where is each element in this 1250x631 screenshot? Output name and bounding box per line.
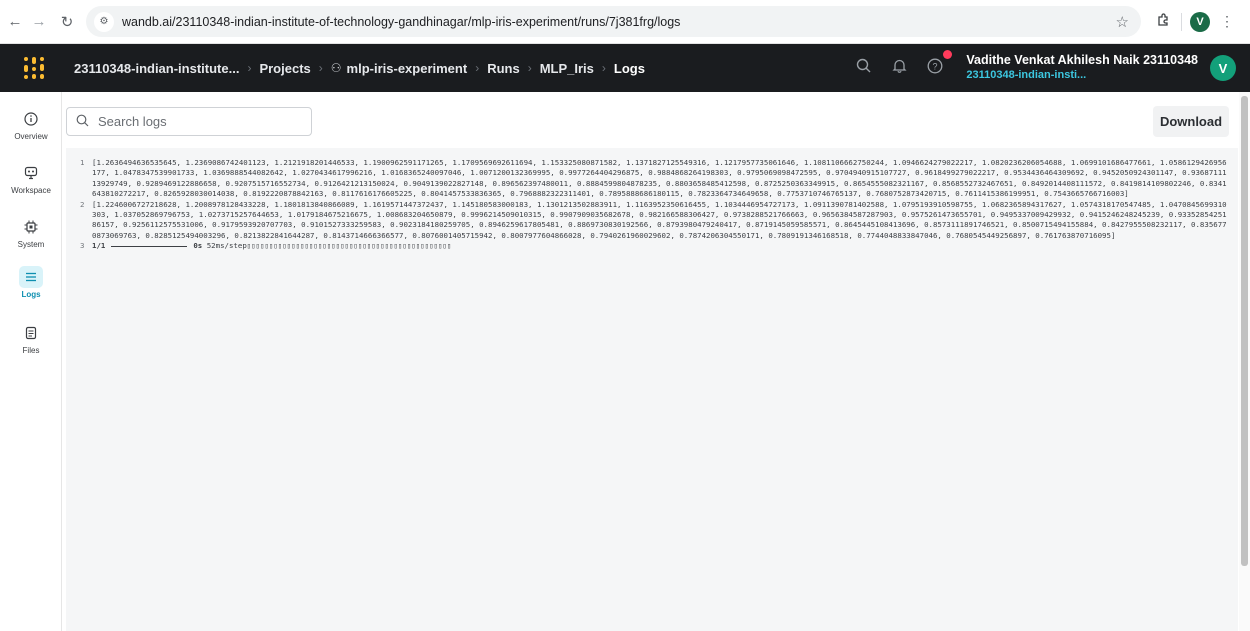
svg-text:?: ? [933,61,938,71]
sidebar-label-system: System [17,240,45,249]
page-scrollbar-thumb[interactable] [1241,96,1248,566]
address-bar[interactable]: ⚙ wandb.ai/23110348-indian-institute-of-… [86,6,1141,37]
progress-bar [111,245,188,247]
user-name: Vadithe Venkat Akhilesh Naik 23110348 [966,53,1198,68]
team-icon: ⚇ [330,61,342,75]
log-viewer: 1 [1.2636494636535645, 1.236908674240112… [66,148,1238,631]
search-logs-input[interactable] [98,114,298,129]
notification-dot [943,49,953,59]
main-content: Download 1 [1.2636494636535645, 1.236908… [62,92,1250,631]
browser-toolbar: ← → ↻ ⚙ wandb.ai/23110348-indian-institu… [0,0,1250,44]
log-line-number: 3 [80,241,85,251]
wandb-logo-icon[interactable] [22,56,46,80]
sidebar-label-overview: Overview [14,132,48,141]
browser-profile-avatar[interactable]: V [1190,11,1210,32]
back-arrow-icon[interactable]: ← [4,11,26,33]
chevron-right-icon: › [318,61,323,75]
download-button[interactable]: Download [1153,106,1229,137]
search-icon [76,114,90,130]
log-line-text: [1.2636494636535645, 1.2369086742401123,… [92,158,1227,199]
breadcrumb-project[interactable]: mlp-iris-experiment [347,61,468,76]
sidebar-label-workspace: Workspace [11,186,51,195]
site-info-icon[interactable]: ⚙ [94,11,114,32]
workspace-icon [19,162,43,184]
log-line-number: 1 [80,158,85,167]
sidebar-label-logs: Logs [21,290,41,299]
url-text[interactable]: wandb.ai/23110348-indian-institute-of-te… [122,15,680,29]
search-icon[interactable] [854,58,872,78]
breadcrumb: 23110348-indian-institute... › Projects … [74,61,645,76]
sidebar-item-workspace[interactable]: Workspace [0,162,62,195]
log-line: 1 [1.2636494636535645, 1.236908674240112… [80,158,1230,200]
chevron-right-icon: › [601,61,606,75]
browser-menu-icon[interactable]: ⋮ [1220,13,1234,30]
info-icon [19,108,43,130]
reload-icon[interactable]: ↻ [56,11,78,33]
breadcrumb-team[interactable]: 23110348-indian-institute... [74,61,239,76]
sidebar-item-files[interactable]: Files [0,322,62,355]
log-line-text: 1/1 0s 52ms/step▯▯▯▯▯▯▯▯▯▯▯▯▯▯▯▯▯▯▯▯▯▯▯▯▯… [92,241,1230,251]
sidebar-item-overview[interactable]: Overview [0,108,62,141]
progress-rate: 52ms/step▯▯▯▯▯▯▯▯▯▯▯▯▯▯▯▯▯▯▯▯▯▯▯▯▯▯▯▯▯▯▯… [206,241,452,251]
header-actions: ? [836,49,953,79]
sidebar-label-files: Files [22,346,40,355]
bell-icon[interactable] [890,58,908,78]
log-line: 3 1/1 0s 52ms/step▯▯▯▯▯▯▯▯▯▯▯▯▯▯▯▯▯▯▯▯▯▯▯… [80,241,1230,251]
list-icon [19,266,43,288]
sidebar-item-logs[interactable]: Logs [0,266,62,299]
progress-step: 1/1 [92,241,106,251]
breadcrumb-logs: Logs [613,60,645,76]
log-line: 2 [1.2246006727218628, 1.200897812843322… [80,200,1230,242]
user-avatar[interactable]: V [1210,55,1236,81]
breadcrumb-runs[interactable]: Runs [487,61,520,76]
user-team: 23110348-indian-insti... [966,68,1087,81]
left-sidebar: Overview Workspace System Logs Files [0,92,62,631]
log-line-number: 2 [80,199,85,209]
app-header: 23110348-indian-institute... › Projects … [0,44,1250,92]
toolbar-divider [1181,12,1182,31]
chevron-right-icon: › [247,61,252,75]
extensions-icon[interactable] [1153,13,1173,30]
forward-arrow-icon[interactable]: → [28,11,50,33]
progress-time: 0s [193,241,203,251]
search-logs-box[interactable] [66,107,312,136]
chevron-right-icon: › [527,61,532,75]
sidebar-item-system[interactable]: System [0,216,62,249]
file-icon [19,322,43,344]
help-icon[interactable]: ? [926,49,953,79]
user-info[interactable]: Vadithe Venkat Akhilesh Naik 23110348 23… [966,53,1198,82]
breadcrumb-projects[interactable]: Projects [259,61,310,76]
log-line-text: [1.2246006727218628, 1.2008978128433228,… [92,199,1227,240]
bookmark-star-icon[interactable]: ☆ [1116,13,1129,31]
chip-icon [19,216,43,238]
breadcrumb-run[interactable]: MLP_Iris [540,61,594,76]
chevron-right-icon: › [475,61,480,75]
